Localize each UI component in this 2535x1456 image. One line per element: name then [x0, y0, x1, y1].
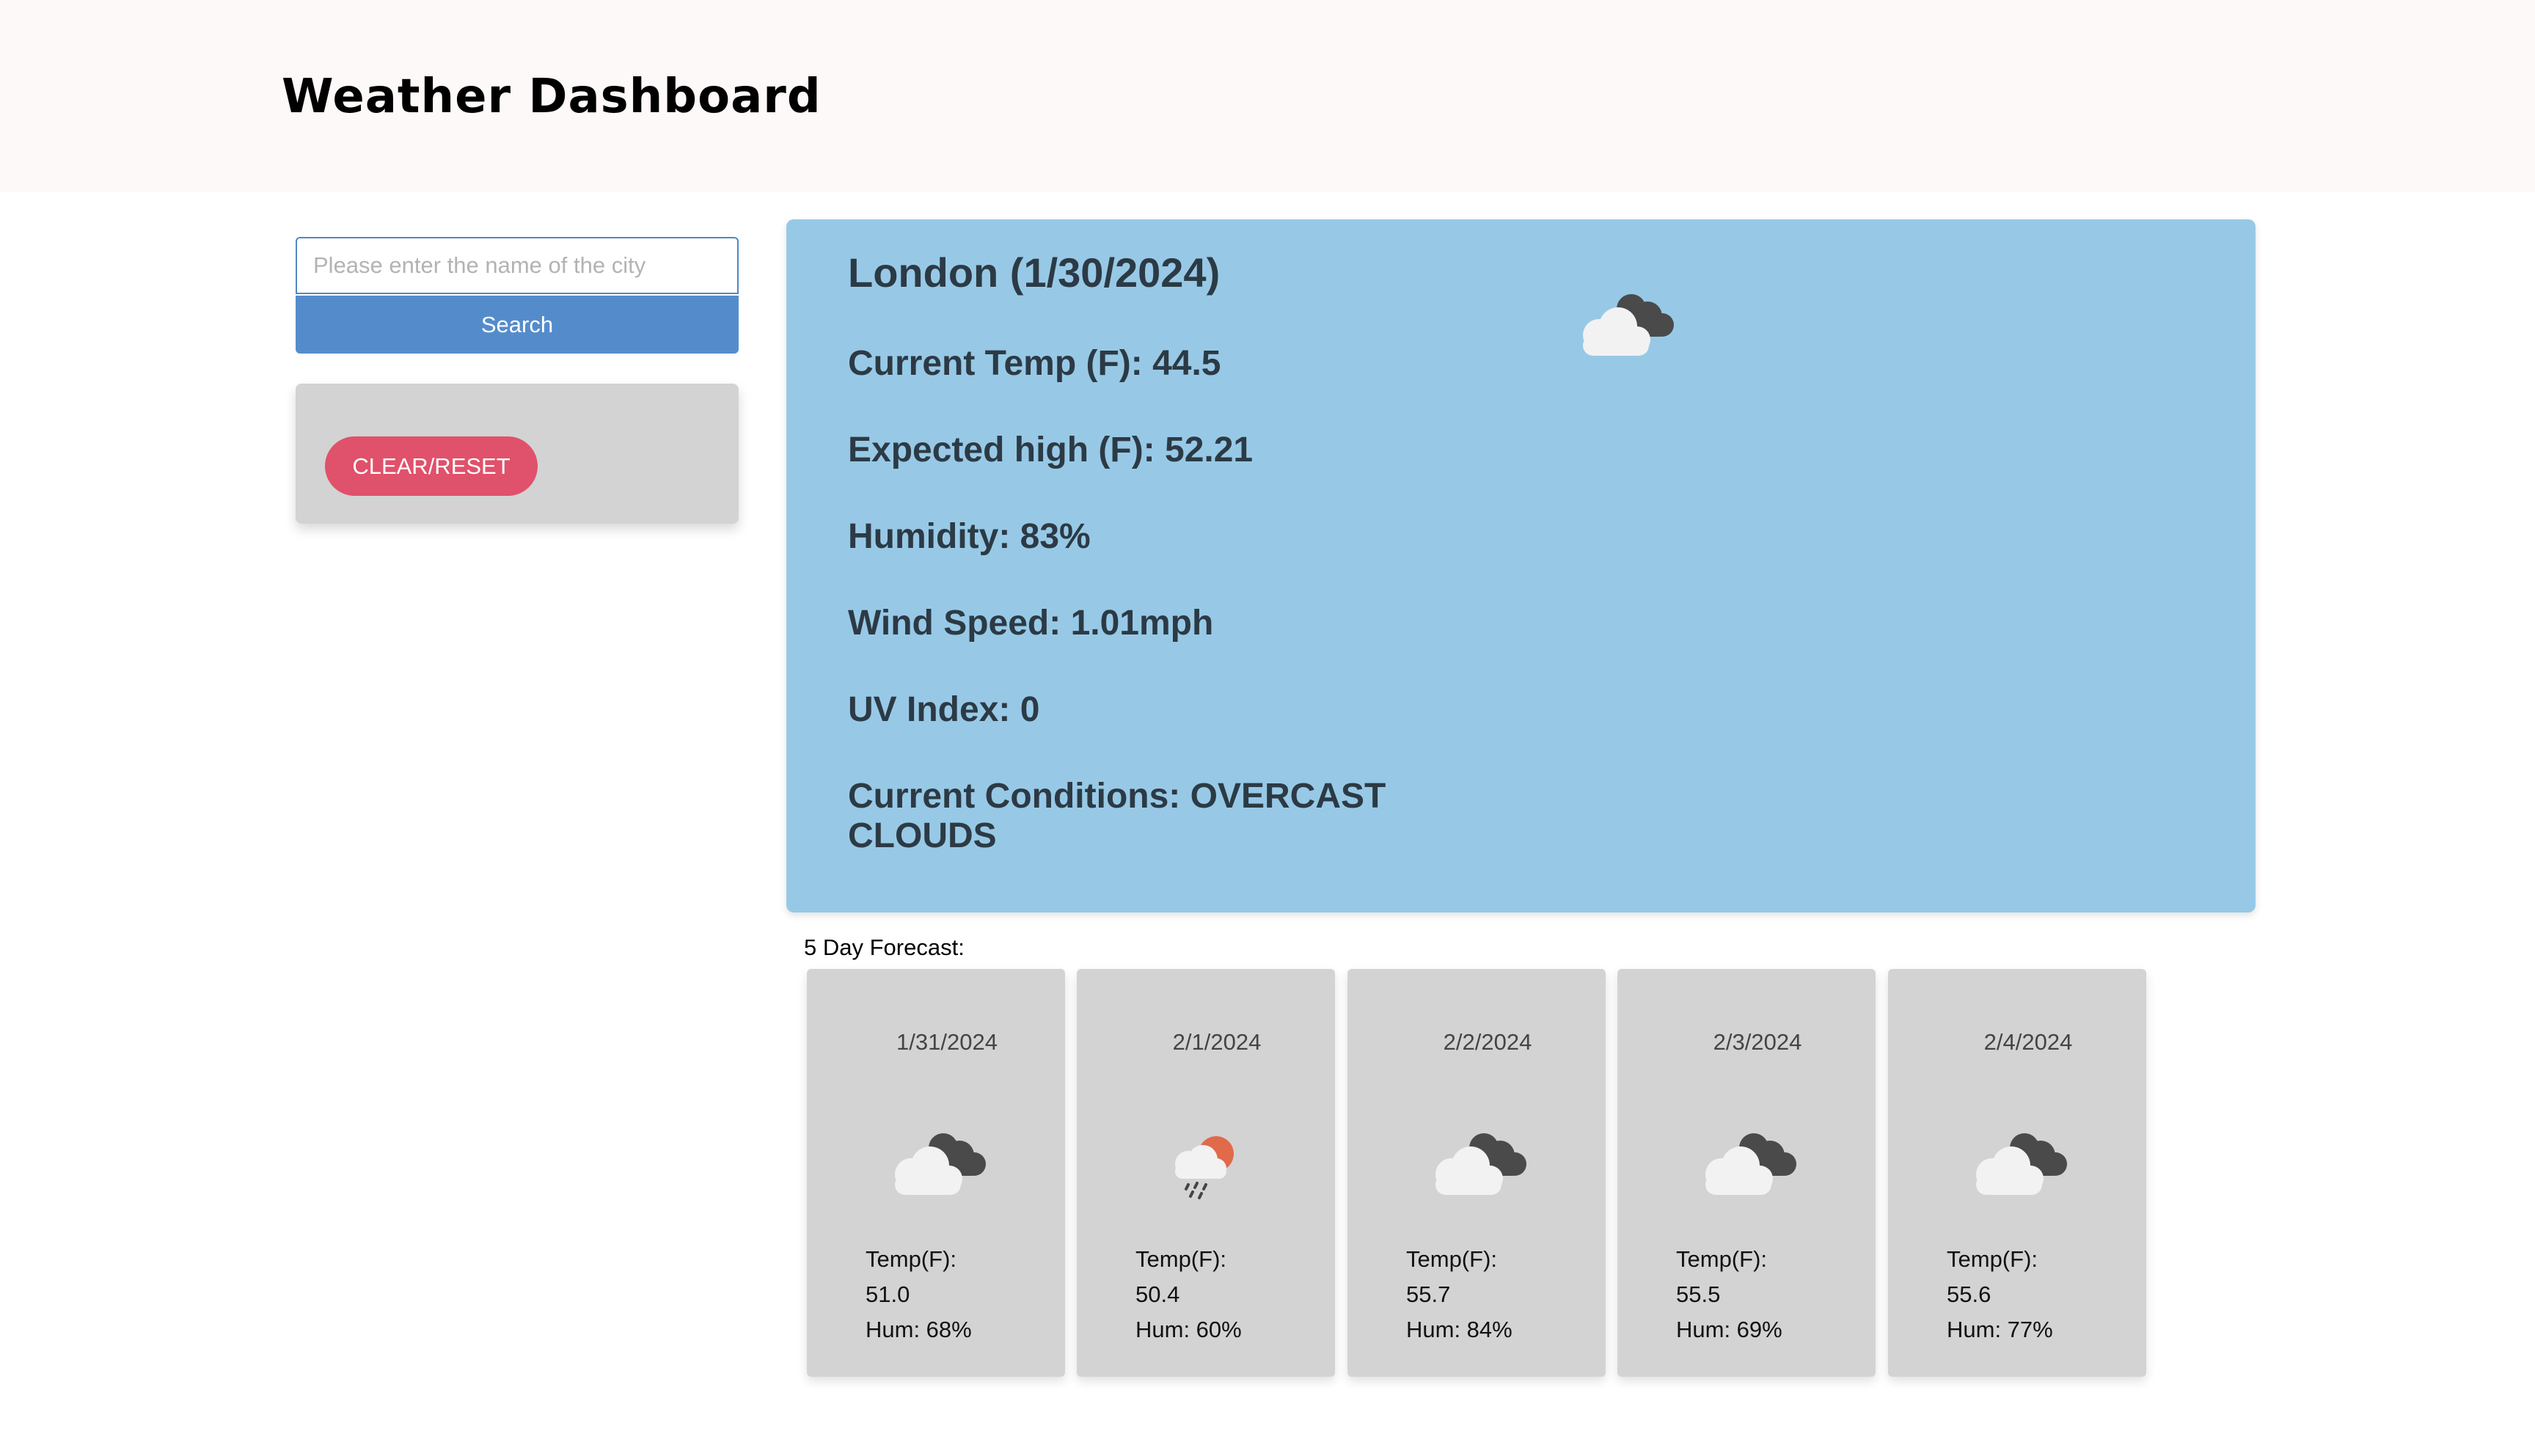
overcast-clouds-icon — [1976, 1133, 2067, 1195]
page-header: Weather Dashboard — [0, 0, 2535, 192]
current-uv-index: UV Index: 0 — [848, 690, 1040, 729]
overcast-clouds-icon — [1583, 294, 1674, 356]
forecast-humidity: Hum: 84% — [1406, 1317, 1512, 1342]
overcast-clouds-icon — [895, 1133, 986, 1195]
forecast-card: 2/4/2024 Temp(F): 55.6 Hum: 77% — [1888, 969, 2146, 1377]
forecast-temp: 51.0 — [866, 1281, 910, 1307]
current-wind-speed: Wind Speed: 1.01mph — [848, 604, 1214, 643]
forecast-date: 2/2/2024 — [1443, 1029, 1532, 1055]
forecast-date: 1/31/2024 — [896, 1029, 998, 1055]
forecast-humidity: Hum: 69% — [1676, 1317, 1782, 1342]
forecast-card: 2/2/2024 Temp(F): 55.7 Hum: 84% — [1347, 969, 1606, 1377]
forecast-date: 2/3/2024 — [1713, 1029, 1802, 1055]
forecast-temp-label: Temp(F): — [1135, 1246, 1226, 1272]
forecast-card: 2/3/2024 Temp(F): 55.5 Hum: 69% — [1617, 969, 1876, 1377]
expected-high: Expected high (F): 52.21 — [848, 431, 1254, 469]
overcast-clouds-icon — [1705, 1133, 1796, 1195]
forecast-humidity: Hum: 68% — [866, 1317, 972, 1342]
current-conditions: Current Conditions: OVERCAST CLOUDS — [848, 777, 1386, 855]
current-humidity: Humidity: 83% — [848, 517, 1091, 556]
forecast-date: 2/4/2024 — [1983, 1029, 2073, 1055]
overcast-clouds-icon — [1435, 1133, 1526, 1195]
forecast-temp-label: Temp(F): — [1947, 1246, 2038, 1272]
forecast-card: 1/31/2024 Temp(F): 51.0 Hum: 68% — [807, 969, 1065, 1377]
page-title: Weather Dashboard — [282, 70, 822, 124]
current-city-date: London (1/30/2024) — [848, 249, 1221, 296]
current-temp: Current Temp (F): 44.5 — [848, 344, 1221, 383]
rain-sun-icon — [1175, 1136, 1234, 1199]
forecast-heading: 5 Day Forecast: — [804, 934, 965, 960]
forecast-date: 2/1/2024 — [1172, 1029, 1262, 1055]
forecast-temp-label: Temp(F): — [1676, 1246, 1767, 1272]
forecast-temp-label: Temp(F): — [1406, 1246, 1497, 1272]
clear-reset-button[interactable]: CLEAR/RESET — [325, 436, 538, 496]
forecast-temp: 50.4 — [1135, 1281, 1180, 1307]
search-button[interactable]: Search — [296, 296, 739, 354]
forecast-temp: 55.7 — [1406, 1281, 1451, 1307]
forecast-temp-label: Temp(F): — [866, 1246, 956, 1272]
forecast-temp: 55.5 — [1676, 1281, 1721, 1307]
forecast-humidity: Hum: 77% — [1947, 1317, 2053, 1342]
current-weather-card: London (1/30/2024) Current Temp (F): 44.… — [786, 219, 2256, 912]
forecast-temp: 55.6 — [1947, 1281, 1991, 1307]
forecast-card: 2/1/2024 Temp(F): 50.4 Hum: 60% — [1077, 969, 1335, 1377]
city-search-input[interactable] — [296, 237, 739, 294]
search-history-panel: CLEAR/RESET — [296, 384, 739, 524]
forecast-humidity: Hum: 60% — [1135, 1317, 1242, 1342]
